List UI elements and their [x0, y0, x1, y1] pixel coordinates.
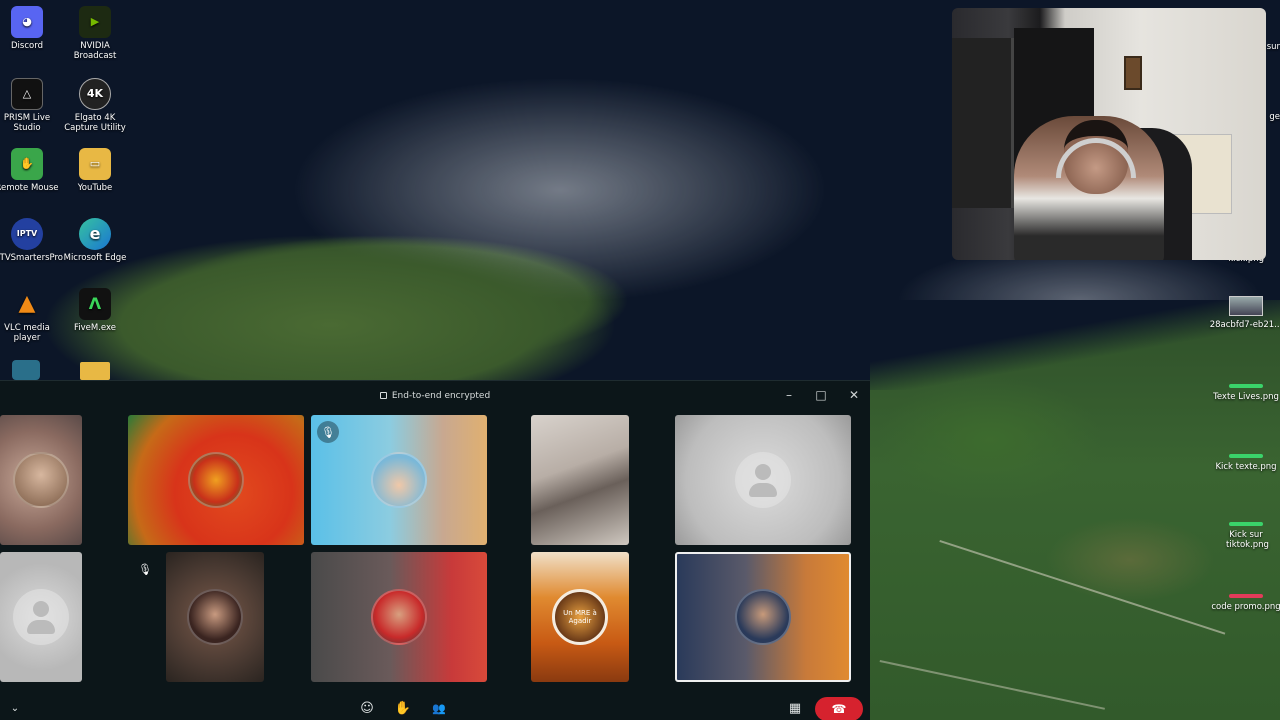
image-file-icon [1229, 594, 1263, 598]
app-icon[interactable] [12, 360, 40, 380]
default-avatar-icon [13, 589, 69, 645]
image-file-icon [1229, 522, 1263, 526]
participant-tile[interactable] [0, 415, 82, 545]
fivem-icon: Λ [79, 288, 111, 320]
participant-tile[interactable] [311, 552, 487, 682]
desktop-icon-file[interactable]: 28acbfd7-eb21... [1206, 296, 1280, 330]
maximize-button[interactable]: □ [813, 387, 829, 403]
participant-avatar [13, 452, 69, 508]
desktop-icon-label: 28acbfd7-eb21... [1209, 320, 1280, 330]
wallpaper-land-east [870, 300, 1280, 720]
default-avatar-icon [735, 452, 791, 508]
participants-button[interactable]: 👥 [428, 697, 450, 719]
folder-icon: ▭ [79, 148, 111, 180]
cartoon-avatar [371, 452, 427, 508]
logo-avatar: Un MRE à Agadir [552, 589, 608, 645]
webcam-shelf [952, 38, 1014, 208]
desktop-icon-remote-mouse[interactable]: ✋ Remote Mouse [0, 148, 62, 193]
nvidia-broadcast-icon: ▶ [79, 6, 111, 38]
desktop-icon-label: Remote Mouse [0, 183, 59, 193]
desktop-icon-fivem[interactable]: Λ FiveM.exe [60, 288, 130, 333]
participant-tile[interactable] [0, 552, 82, 682]
video-call-window: End-to-end encrypted – □ ✕ 🎙 🎙 Un MRE à … [0, 380, 870, 720]
emoji-button[interactable]: ☺ [356, 697, 378, 719]
participant-tile[interactable]: 🎙 [311, 415, 487, 545]
desktop-icon-label: Elgato 4K Capture Utility [64, 113, 126, 133]
desktop-icon-edge[interactable]: e Microsoft Edge [60, 218, 130, 263]
desktop-icon-label: Texte Lives.png [1213, 392, 1279, 402]
desktop-icon-label: NVIDIA Broadcast [73, 41, 117, 61]
close-button[interactable]: ✕ [846, 387, 862, 403]
lock-icon [379, 391, 387, 399]
mic-off-icon: 🎙 [317, 421, 339, 443]
minimize-button[interactable]: – [781, 387, 797, 403]
desktop-icon-iptv[interactable]: IPTV IPTVSmartersPro [0, 218, 63, 263]
encryption-label: End-to-end encrypted [391, 391, 491, 401]
image-file-icon [1229, 454, 1263, 458]
discord-icon: ◕ [11, 6, 43, 38]
participant-tile-active[interactable] [675, 552, 851, 682]
desktop-icon-label: PRISM Live Studio [3, 113, 51, 133]
participant-tile[interactable] [166, 552, 264, 682]
participant-avatar [735, 589, 791, 645]
iptv-icon: IPTV [11, 218, 43, 250]
desktop-icon-label: VLC media player [4, 323, 50, 343]
mic-off-icon: 🎙 [138, 562, 152, 576]
desktop-icon-label: Kick texte.png [1215, 462, 1277, 472]
call-titlebar: End-to-end encrypted [0, 381, 870, 411]
desktop-icon-label: Kick sur tiktok.png [1226, 530, 1269, 550]
desktop-icon-label: IPTVSmartersPro [0, 253, 63, 263]
desktop-icon-youtube[interactable]: ▭ YouTube [60, 148, 130, 193]
image-file-icon [1229, 296, 1263, 316]
desktop-icon-prism[interactable]: △ PRISM Live Studio [0, 78, 62, 133]
desktop-icon-label: Microsoft Edge [63, 253, 127, 263]
participant-tile[interactable] [128, 415, 304, 545]
chevron-down-icon[interactable]: ⌄ [4, 697, 26, 719]
desktop-icon-label: code promo.png [1211, 602, 1280, 612]
desktop-icon-elgato[interactable]: 4K Elgato 4K Capture Utility [60, 78, 130, 133]
folder-icon[interactable] [80, 362, 110, 380]
participant-video-tile[interactable] [531, 415, 629, 545]
desktop-icon-nvidia-broadcast[interactable]: ▶ NVIDIA Broadcast [60, 6, 130, 61]
lion-avatar [188, 452, 244, 508]
desktop-icon-discord[interactable]: ◕ Discord [0, 6, 62, 51]
participant-avatar [187, 589, 243, 645]
layout-button[interactable]: ▦ [784, 697, 806, 719]
desktop-icon-label: YouTube [77, 183, 113, 193]
desktop-icon-file[interactable]: Texte Lives.png [1206, 384, 1280, 402]
hang-up-button[interactable]: ☎ [815, 697, 863, 720]
webcam-overlay [952, 8, 1266, 260]
prism-icon: △ [11, 78, 43, 110]
desktop-icon-file[interactable]: code promo.png [1206, 594, 1280, 612]
desktop-icon-file[interactable]: Kick sur tiktok.png [1206, 522, 1280, 550]
image-file-icon [1229, 384, 1263, 388]
vlc-icon: ▲ [18, 291, 36, 316]
desktop-icon-label: Discord [11, 41, 43, 51]
remote-mouse-icon: ✋ [11, 148, 43, 180]
raise-hand-button[interactable]: ✋ [392, 697, 414, 719]
participant-tile[interactable]: Un MRE à Agadir [531, 552, 629, 682]
edge-icon: e [79, 218, 111, 250]
participant-tile[interactable] [675, 415, 851, 545]
desktop-icon-file[interactable]: Kick texte.png [1206, 454, 1280, 472]
elgato-icon: 4K [79, 78, 111, 110]
desktop-icon-vlc[interactable]: ▲ VLC media player [0, 288, 62, 344]
desktop-icon-label: FiveM.exe [73, 323, 116, 333]
webcam-picture-frame [1124, 56, 1142, 90]
participant-avatar [371, 589, 427, 645]
